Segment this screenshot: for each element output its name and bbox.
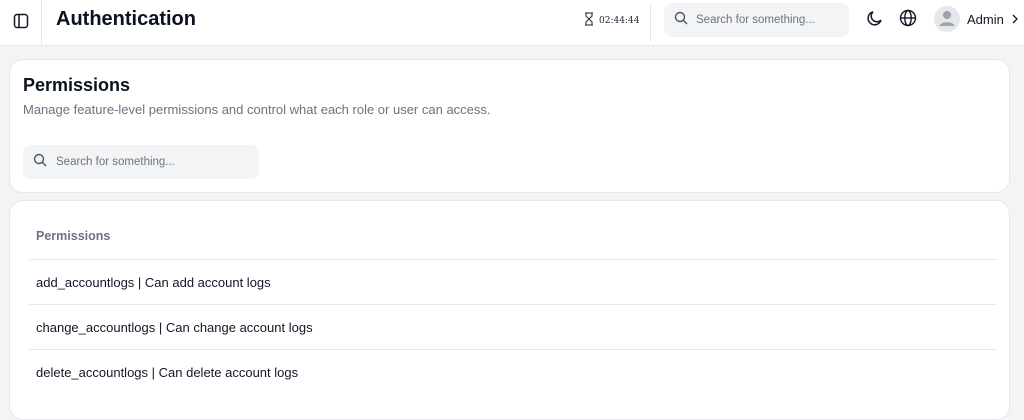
- permissions-search-input[interactable]: [56, 156, 186, 168]
- permissions-list-card: Permissions add_accountlogs | Can add ac…: [9, 200, 1010, 420]
- chevron-right-icon: [1011, 12, 1019, 27]
- list-item[interactable]: change_accountlogs | Can change account …: [29, 304, 997, 349]
- user-icon: [934, 6, 960, 32]
- permission-label: add_accountlogs | Can add account logs: [36, 274, 271, 290]
- top-bar: Authentication 02:44:44 Search for somet…: [0, 0, 1024, 46]
- section-description: Manage feature-level permissions and con…: [23, 102, 491, 117]
- list-item[interactable]: add_accountlogs | Can add account logs: [29, 259, 997, 304]
- divider: [650, 4, 651, 42]
- list-item[interactable]: delete_accountlogs | Can delete account …: [29, 349, 997, 394]
- globe-icon: [899, 9, 917, 32]
- list-column-header: Permissions: [36, 229, 111, 243]
- permissions-header-card: Permissions Manage feature-level permiss…: [9, 59, 1010, 193]
- language-button[interactable]: [897, 9, 919, 31]
- session-timer: 02:44:44: [584, 12, 639, 29]
- permissions-search[interactable]: [23, 145, 259, 179]
- user-name: Admin: [967, 11, 1004, 27]
- search-icon: [33, 153, 47, 172]
- page-title: Authentication: [56, 8, 196, 30]
- sidebar-toggle-icon: [13, 13, 29, 34]
- permission-label: change_accountlogs | Can change account …: [36, 319, 313, 335]
- permission-label: delete_accountlogs | Can delete account …: [36, 364, 299, 380]
- timer-value: 02:44:44: [599, 15, 640, 26]
- global-search-input[interactable]: [696, 14, 826, 26]
- theme-toggle-button[interactable]: [864, 9, 886, 31]
- moon-icon: [866, 9, 884, 32]
- section-title: Permissions: [23, 75, 131, 95]
- hourglass-icon: [584, 12, 594, 29]
- global-search[interactable]: [664, 3, 849, 37]
- user-menu[interactable]: Admin: [934, 6, 1019, 32]
- search-icon: [674, 11, 688, 30]
- avatar: [934, 6, 960, 32]
- sidebar-toggle-button[interactable]: [0, 0, 42, 46]
